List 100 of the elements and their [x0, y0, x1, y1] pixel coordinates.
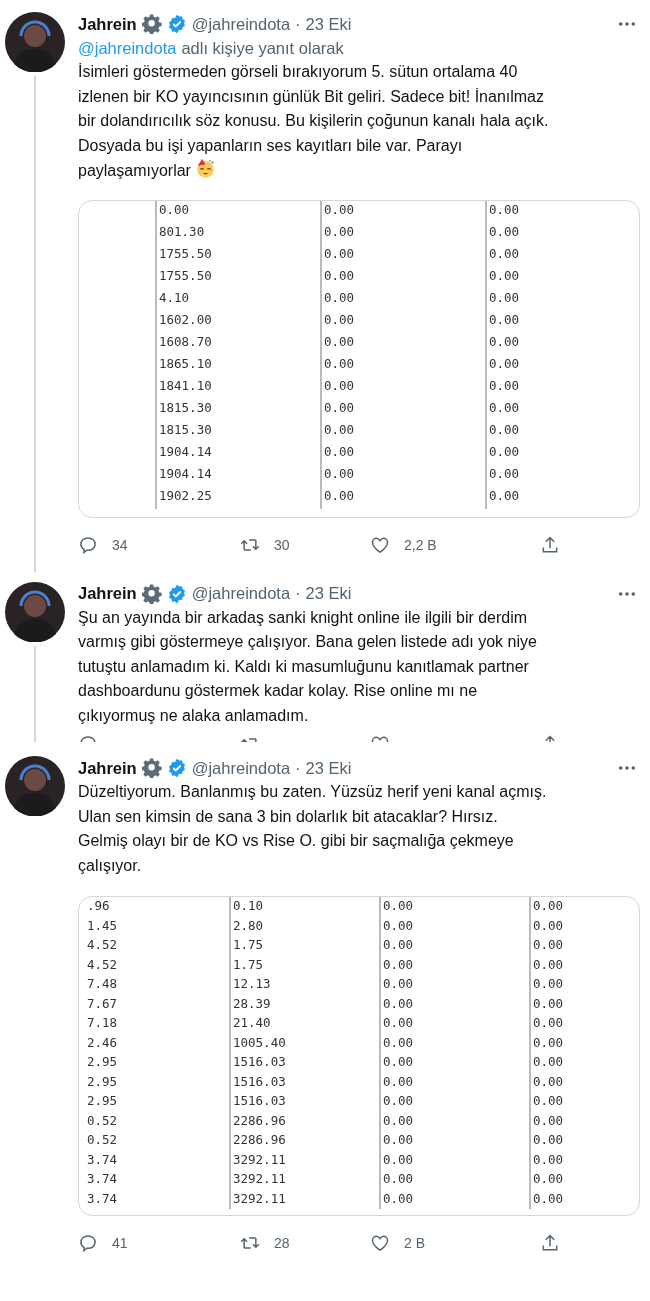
table-cell-text: 2.95: [86, 1053, 119, 1071]
table-cell: 0.00: [485, 288, 639, 311]
table-cell: 0.00: [379, 1033, 529, 1053]
table-cell: 0.00: [529, 1131, 639, 1151]
table-cell: 0.00: [485, 420, 639, 443]
table-cell: 0.00: [529, 1189, 639, 1209]
table-cell: 4.10: [155, 288, 320, 311]
table-cell: 0.00: [320, 310, 485, 333]
author-name[interactable]: Jahrein: [78, 758, 137, 778]
table-cell: 0.00: [379, 975, 529, 995]
table-cell-text: 0.52: [86, 1111, 119, 1130]
table-cell: 1516.03: [229, 1072, 379, 1092]
table-cell-text: .96: [86, 897, 111, 915]
table-cell: 0.00: [379, 936, 529, 956]
table-cell-text: 3.74: [86, 1170, 119, 1188]
table-cell: 0.00: [529, 955, 639, 975]
table-cell: 0.00: [485, 398, 639, 421]
tweet-date[interactable]: 23 Eki: [305, 758, 352, 778]
table-cell: 0.00: [485, 354, 639, 377]
table-cell: 2.80: [229, 916, 379, 936]
table-cell: 0.00: [155, 200, 320, 223]
reply-count: 41: [112, 1235, 128, 1251]
table-cell: 0.00: [485, 442, 639, 465]
author-name[interactable]: Jahrein: [78, 14, 137, 34]
table-cell: 0.00: [529, 1150, 639, 1170]
table-cell: 12.13: [229, 975, 379, 995]
table-cell-text: 2.95: [86, 1092, 119, 1110]
table-cell: 0.00: [379, 897, 529, 917]
table-cell: 0.00: [320, 244, 485, 267]
author-name[interactable]: Jahrein: [78, 584, 137, 603]
tweet-date[interactable]: 23 Eki: [305, 584, 352, 603]
table-cell: 1865.10: [155, 354, 320, 377]
table-cell: 0.00: [379, 1092, 529, 1112]
user-handle[interactable]: @jahreindota: [191, 758, 291, 778]
separator-dot: ·: [295, 584, 301, 603]
table-cell: 0.00: [320, 398, 485, 421]
table-cell: 1755.50: [155, 266, 320, 289]
separator-dot: ·: [295, 14, 301, 34]
table-cell-text: 7.67: [86, 994, 119, 1013]
table-cell: 0.00: [379, 1111, 529, 1131]
table-cell: 1602.00: [155, 310, 320, 333]
table-cell: 0.00: [485, 376, 639, 399]
table-cell: 1755.50: [155, 244, 320, 267]
table-cell: 2286.96: [229, 1111, 379, 1131]
user-handle[interactable]: @jahreindota: [191, 14, 291, 34]
table-cell: 801.30: [155, 222, 320, 245]
table-cell: 0.00: [379, 1131, 529, 1151]
table-cell: 0.10: [229, 897, 379, 917]
like-count: 2 B: [404, 1235, 425, 1251]
table-cell: 0.00: [529, 1053, 639, 1073]
table-cell: 1815.30: [155, 398, 320, 421]
table-cell: 1.75: [229, 936, 379, 956]
table-cell: 1.75: [229, 955, 379, 975]
retweet-count: 30: [274, 536, 290, 553]
table-cell: 1516.03: [229, 1092, 379, 1112]
table-cell-text: 3.74: [86, 1189, 119, 1208]
table-cell: 0.00: [529, 1111, 639, 1131]
table-cell-text: 4.52: [86, 936, 119, 954]
table-cell: 28.39: [229, 994, 379, 1014]
table-cell: 0.00: [485, 464, 639, 487]
table-cell: 0.00: [485, 332, 639, 355]
table-cell-text: 2.46: [86, 1033, 119, 1052]
table-cell: 0.00: [320, 332, 485, 355]
table-cell-text: 0.52: [86, 1131, 119, 1149]
table-cell: 0.00: [379, 1170, 529, 1190]
tweet-date[interactable]: 23 Eki: [305, 14, 352, 34]
table-cell: 1608.70: [155, 332, 320, 355]
table-cell: 0.00: [529, 1014, 639, 1034]
table-cell: 0.00: [485, 222, 639, 245]
table-cell: 1904.14: [155, 464, 320, 487]
table-cell: 0.00: [320, 486, 485, 509]
table-cell: 0.00: [320, 464, 485, 487]
table-cell: 3292.11: [229, 1150, 379, 1170]
table-cell: 0.00: [320, 200, 485, 223]
table-cell-text: 4.52: [86, 955, 119, 974]
table-cell: 0.00: [320, 376, 485, 399]
table-cell: 0.00: [379, 1072, 529, 1092]
retweet-count: 28: [274, 1235, 290, 1251]
table-cell: 0.00: [529, 1170, 639, 1190]
table-cell: 0.00: [379, 955, 529, 975]
table-cell: 1815.30: [155, 420, 320, 443]
table-cell: 0.00: [529, 897, 639, 917]
user-handle[interactable]: @jahreindota: [191, 584, 291, 603]
table-cell: 1005.40: [229, 1033, 379, 1053]
table-cell-text: 3.74: [86, 1150, 119, 1169]
table-cell: 1841.10: [155, 376, 320, 399]
table-cell: 0.00: [379, 1150, 529, 1170]
table-cell: 21.40: [229, 1014, 379, 1034]
like-count: 2,2 B: [404, 536, 437, 553]
table-cell: 0.00: [320, 420, 485, 443]
table-cell: 0.00: [529, 936, 639, 956]
table-cell: 0.00: [320, 288, 485, 311]
tweet-text: İsimleri göstermeden görseli bırakıyorum 5. sütun ortalama 40 izlenen bir KO yayıncısının günlük Bit geliri. Sadece bit! İnanılmaz bir dolandırıcılık söz konusu. Bu kişilerin çoğunun kanalı hala açık. Dosyada bu işi yapanların ses kayıtları bile var. Parayı paylaşamıyorlar: [78, 62, 550, 181]
table-cell: 0.00: [379, 916, 529, 936]
table-cell: 0.00: [320, 442, 485, 465]
table-cell: 0.00: [379, 1053, 529, 1073]
table-cell: 0.00: [529, 1092, 639, 1112]
table-cell: 1904.14: [155, 442, 320, 465]
table-cell: 0.00: [529, 1033, 639, 1053]
table-cell-text: 2.95: [86, 1072, 119, 1091]
